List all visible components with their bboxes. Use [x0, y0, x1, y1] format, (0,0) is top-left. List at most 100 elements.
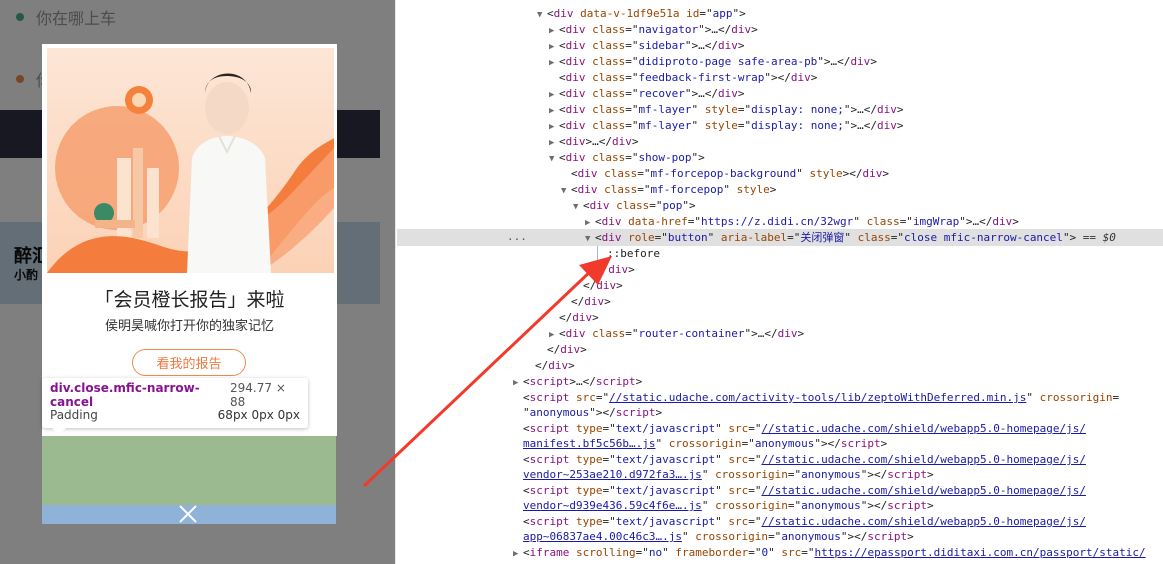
dom-token: < — [559, 55, 566, 68]
dom-node-line[interactable]: <div class="mf-forcepop-background" styl… — [571, 166, 889, 182]
dom-node-line[interactable]: ▼ <div class="pop"> — [573, 198, 696, 214]
dom-token: < — [595, 231, 602, 244]
dom-node-line[interactable]: </div> — [595, 262, 635, 278]
popup-banner-image[interactable] — [47, 48, 334, 273]
expand-triangle-icon[interactable]: ▶ — [549, 87, 559, 103]
dom-token: > — [568, 359, 575, 372]
dom-node-line[interactable]: manifest.bf5c56b….js" crossorigin="anony… — [523, 436, 887, 452]
dom-token[interactable]: //static.udache.com/shield/webapp5.0-hom… — [761, 453, 1086, 466]
dom-token: type — [576, 453, 603, 466]
dom-token: < — [559, 327, 566, 340]
dom-node-line[interactable]: </div> — [535, 358, 575, 374]
dom-token: " — [853, 215, 867, 228]
dom-node-line[interactable]: ▶ <div class="navigator">…</div> — [549, 22, 758, 38]
dom-token: div — [717, 39, 738, 52]
dom-node-line[interactable]: </div> — [559, 310, 599, 326]
dom-node-line[interactable]: ▶ <div class="mf-layer" style="display: n… — [549, 102, 903, 118]
dom-token: div — [565, 135, 586, 148]
expand-triangle-icon[interactable]: ▶ — [549, 39, 559, 55]
dom-token[interactable]: //static.udache.com/shield/webapp5.0-hom… — [761, 484, 1086, 497]
dom-node-line[interactable]: </div> — [571, 294, 611, 310]
dom-token: script — [529, 453, 570, 466]
expand-triangle-icon[interactable]: ▶ — [513, 375, 523, 391]
expand-triangle-icon[interactable]: ▶ — [585, 215, 595, 231]
dom-token: text/javascript — [615, 484, 716, 497]
dom-token: ">…</ — [744, 327, 778, 340]
dom-token: class — [592, 55, 626, 68]
dom-token: script — [529, 391, 570, 404]
dom-token: =" — [748, 422, 762, 435]
expand-triangle-icon[interactable]: ▶ — [549, 135, 559, 151]
dom-token: =" — [602, 515, 616, 528]
dom-node-line[interactable]: vendor~253ae210.d972fa3….js" crossorigin… — [523, 467, 934, 483]
dom-token: div — [577, 167, 598, 180]
dom-token: < — [547, 7, 554, 20]
dom-token: " — [796, 167, 810, 180]
dom-node-line[interactable]: "anonymous"></script> — [523, 405, 662, 421]
dom-node-line[interactable]: </div> — [583, 278, 623, 294]
dom-node-line[interactable]: ▼ <div role="button" aria-label="关闭弹窗" cl… — [585, 230, 1116, 246]
dom-node-line[interactable]: ▶ <div class="sidebar">…</div> — [549, 38, 744, 54]
dom-token: class — [592, 39, 626, 52]
dom-token: style — [809, 167, 843, 180]
dom-node-line[interactable]: ▶ <div class="didiproto-page safe-area-pb… — [549, 54, 877, 70]
dom-node-line[interactable]: <script type="text/javascript" src="//st… — [523, 421, 1086, 437]
dom-node-line[interactable]: ▶ <div>…</div> — [549, 134, 639, 150]
dom-token[interactable]: vendor~d939e436.59c4f6e….js — [523, 499, 702, 512]
collapse-triangle-icon[interactable]: ▼ — [573, 199, 583, 215]
dom-token[interactable]: //static.udache.com/shield/webapp5.0-hom… — [761, 422, 1086, 435]
dom-node-line[interactable]: ▶ <iframe scrolling="no" frameborder="0" … — [513, 545, 1146, 561]
expand-triangle-icon[interactable]: ▶ — [549, 327, 559, 343]
dom-token: data-v-1df9e51a — [580, 7, 680, 20]
dom-node-line[interactable]: <script src="//static.udache.com/activit… — [523, 390, 1119, 406]
dom-node-line[interactable]: ▶ <script>…</script> — [513, 374, 642, 390]
view-report-button[interactable]: 看我的报告 — [132, 349, 246, 376]
close-icon[interactable] — [177, 505, 199, 524]
collapse-triangle-icon[interactable]: ▼ — [585, 231, 595, 247]
dom-token: class — [857, 231, 891, 244]
dom-node-line[interactable]: <script type="text/javascript" src="//st… — [523, 452, 1086, 468]
dom-token[interactable]: vendor~253ae210.d972fa3….js — [523, 468, 702, 481]
expand-triangle-icon[interactable]: ▶ — [549, 103, 559, 119]
dom-token: div — [876, 103, 897, 116]
dom-token[interactable]: //static.udache.com/activity-tools/lib/z… — [609, 391, 1026, 404]
dom-token: " — [715, 422, 729, 435]
dom-node-line[interactable]: ▼ <div class="show-pop"> — [549, 150, 705, 166]
dom-node-line[interactable]: vendor~d939e436.59c4f6e….js" crossorigin… — [523, 498, 934, 514]
expand-triangle-icon[interactable]: ▶ — [513, 546, 523, 562]
dom-token: text/javascript — [615, 453, 716, 466]
dom-token: style — [704, 103, 738, 116]
collapse-triangle-icon[interactable]: ▼ — [549, 151, 559, 167]
dom-node-line[interactable]: ▶ <div class="mf-layer" style="display: n… — [549, 118, 903, 134]
dom-token: class — [592, 327, 626, 340]
dom-node-line[interactable]: ▼ <div class="mf-forcepop" style> — [561, 182, 776, 198]
collapse-triangle-icon[interactable]: ▼ — [537, 7, 547, 23]
dom-token[interactable]: app~06837ae4.00c46c3….js — [523, 530, 682, 543]
dom-token: " — [723, 183, 737, 196]
dom-node-line[interactable]: app~06837ae4.00c46c3….js" crossorigin="a… — [523, 529, 914, 545]
dom-node-line[interactable]: <div class="feedback-first-wrap"></div> — [559, 70, 817, 86]
dom-node-line[interactable]: ▼ <div data-v-1df9e51a id="app"> — [537, 6, 746, 22]
dom-node-line[interactable]: ▶ <div data-href="https://z.didi.cn/32wgr… — [585, 214, 1019, 230]
expand-triangle-icon[interactable]: ▶ — [549, 23, 559, 39]
dom-token: aria-label — [720, 231, 788, 244]
dom-node-line[interactable]: <script type="text/javascript" src="//st… — [523, 483, 1086, 499]
dom-node-line[interactable]: </div> — [547, 342, 587, 358]
dom-token[interactable]: //static.udache.com/shield/webapp5.0-hom… — [761, 515, 1086, 528]
dom-token: div — [601, 215, 622, 228]
dom-token[interactable]: https://epassport.diditaxi.com.cn/passpo… — [814, 546, 1145, 559]
expand-triangle-icon[interactable]: ▶ — [549, 55, 559, 71]
dom-token[interactable]: manifest.bf5c56b….js — [523, 437, 655, 450]
dom-token: < — [559, 151, 566, 164]
dom-token: =" — [890, 231, 904, 244]
dom-token — [569, 515, 576, 528]
dom-token: =" — [748, 484, 762, 497]
expand-triangle-icon[interactable]: ▶ — [549, 119, 559, 135]
collapse-triangle-icon[interactable]: ▼ — [561, 183, 571, 199]
dom-node-line[interactable]: ▶ <div class="recover">…</div> — [549, 86, 744, 102]
node-actions-ellipsis[interactable]: ... — [507, 230, 527, 243]
dom-token: button — [667, 231, 708, 244]
dom-node-line[interactable]: <script type="text/javascript" src="//st… — [523, 514, 1086, 530]
dom-node-line[interactable]: ::before — [607, 246, 660, 262]
dom-node-line[interactable]: ▶ <div class="router-container">…</div> — [549, 326, 804, 342]
